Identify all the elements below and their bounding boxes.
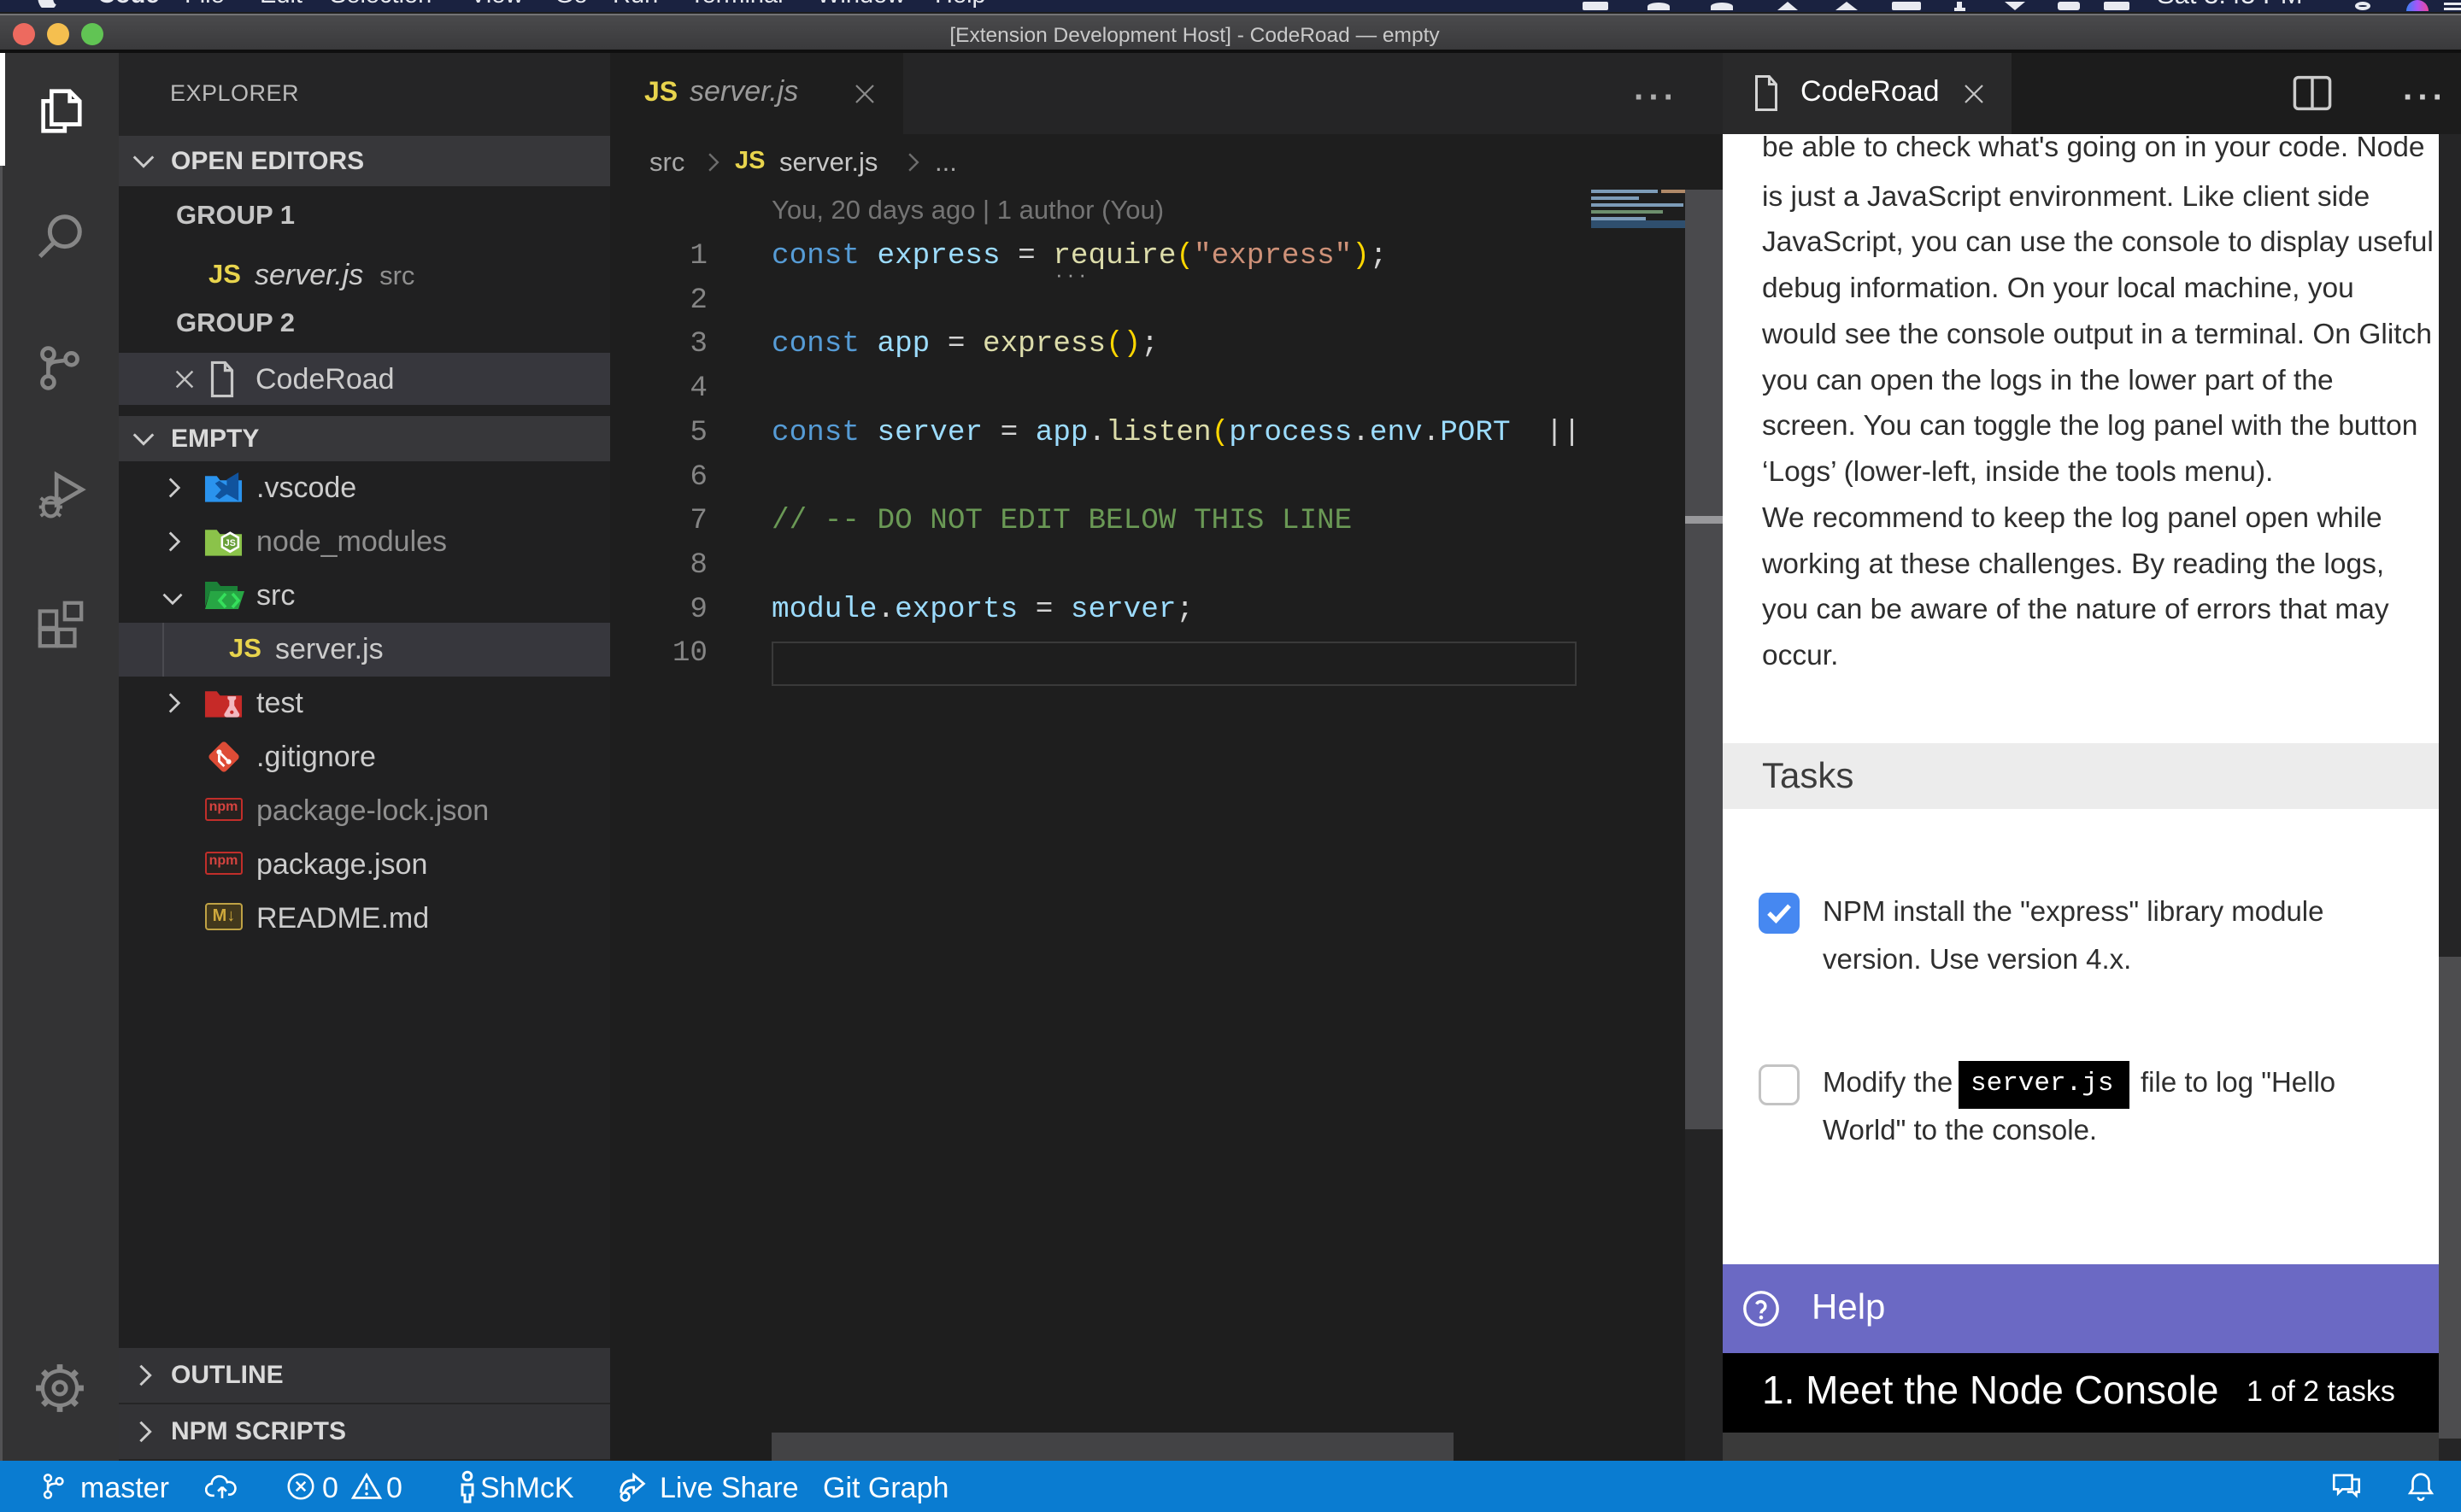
svg-text:JS: JS [225, 538, 236, 548]
